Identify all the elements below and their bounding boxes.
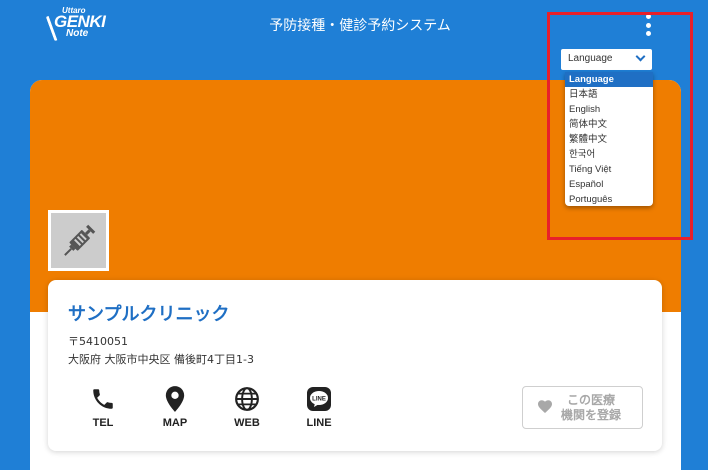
- clinic-postal-code: 〒5410051: [68, 335, 128, 348]
- tel-label: TEL: [92, 417, 114, 429]
- language-option-simplified-chinese[interactable]: 简体中文: [565, 117, 653, 132]
- clinic-name: サンプルクリニック: [68, 304, 230, 325]
- clinic-address: 大阪府 大阪市中央区 備後町4丁目1-3: [68, 353, 254, 366]
- language-dropdown-menu: Language 日本語 English 简体中文 繁體中文 한국어 Tiếng…: [565, 72, 653, 206]
- tel-button[interactable]: TEL: [78, 385, 128, 429]
- chevron-down-icon: [635, 51, 646, 62]
- language-option-spanish[interactable]: Español: [565, 177, 653, 192]
- language-option-korean[interactable]: 한국어: [565, 147, 653, 162]
- register-button-text: この医療 機関を登録: [561, 393, 621, 422]
- language-select-value: Language: [568, 53, 613, 64]
- language-option-vietnamese[interactable]: Tiếng Việt: [565, 162, 653, 177]
- syringe-icon: [51, 213, 106, 268]
- kebab-dot: [645, 22, 651, 28]
- line-icon: LINE: [294, 385, 344, 413]
- svg-text:LINE: LINE: [312, 397, 326, 403]
- web-label: WEB: [234, 417, 260, 429]
- logo-line-3: Note: [66, 28, 89, 39]
- register-clinic-button[interactable]: この医療 機関を登録: [522, 386, 643, 429]
- language-option-english[interactable]: English: [565, 102, 653, 117]
- top-bar: Uttaro GENKI Note 予防接種・健診予約システム: [0, 0, 708, 52]
- language-option-traditional-chinese[interactable]: 繁體中文: [565, 132, 653, 147]
- register-line-1: この医療: [567, 393, 616, 408]
- globe-icon: [222, 385, 272, 413]
- line-label: LINE: [306, 417, 332, 429]
- kebab-menu-icon[interactable]: [643, 14, 653, 36]
- language-option-default[interactable]: Language: [565, 72, 653, 87]
- app-logo[interactable]: Uttaro GENKI Note: [45, 7, 110, 43]
- language-option-japanese[interactable]: 日本語: [565, 87, 653, 102]
- heart-icon: [537, 398, 553, 417]
- web-button[interactable]: WEB: [222, 385, 272, 429]
- language-option-portuguese[interactable]: Português: [565, 192, 653, 207]
- kebab-dot: [645, 31, 651, 36]
- map-label: MAP: [162, 417, 188, 429]
- map-button[interactable]: MAP: [150, 385, 200, 429]
- clinic-card: サンプルクリニック 〒5410051 大阪府 大阪市中央区 備後町4丁目1-3 …: [48, 280, 662, 451]
- app-title: 予防接種・健診予約システム: [269, 18, 451, 34]
- phone-icon: [78, 385, 128, 413]
- register-line-2: 機関を登録: [561, 407, 622, 422]
- kebab-dot: [645, 14, 651, 19]
- map-pin-icon: [150, 385, 200, 413]
- language-select[interactable]: Language: [561, 49, 652, 70]
- line-button[interactable]: LINE LINE: [294, 385, 344, 429]
- clinic-image: [48, 210, 109, 271]
